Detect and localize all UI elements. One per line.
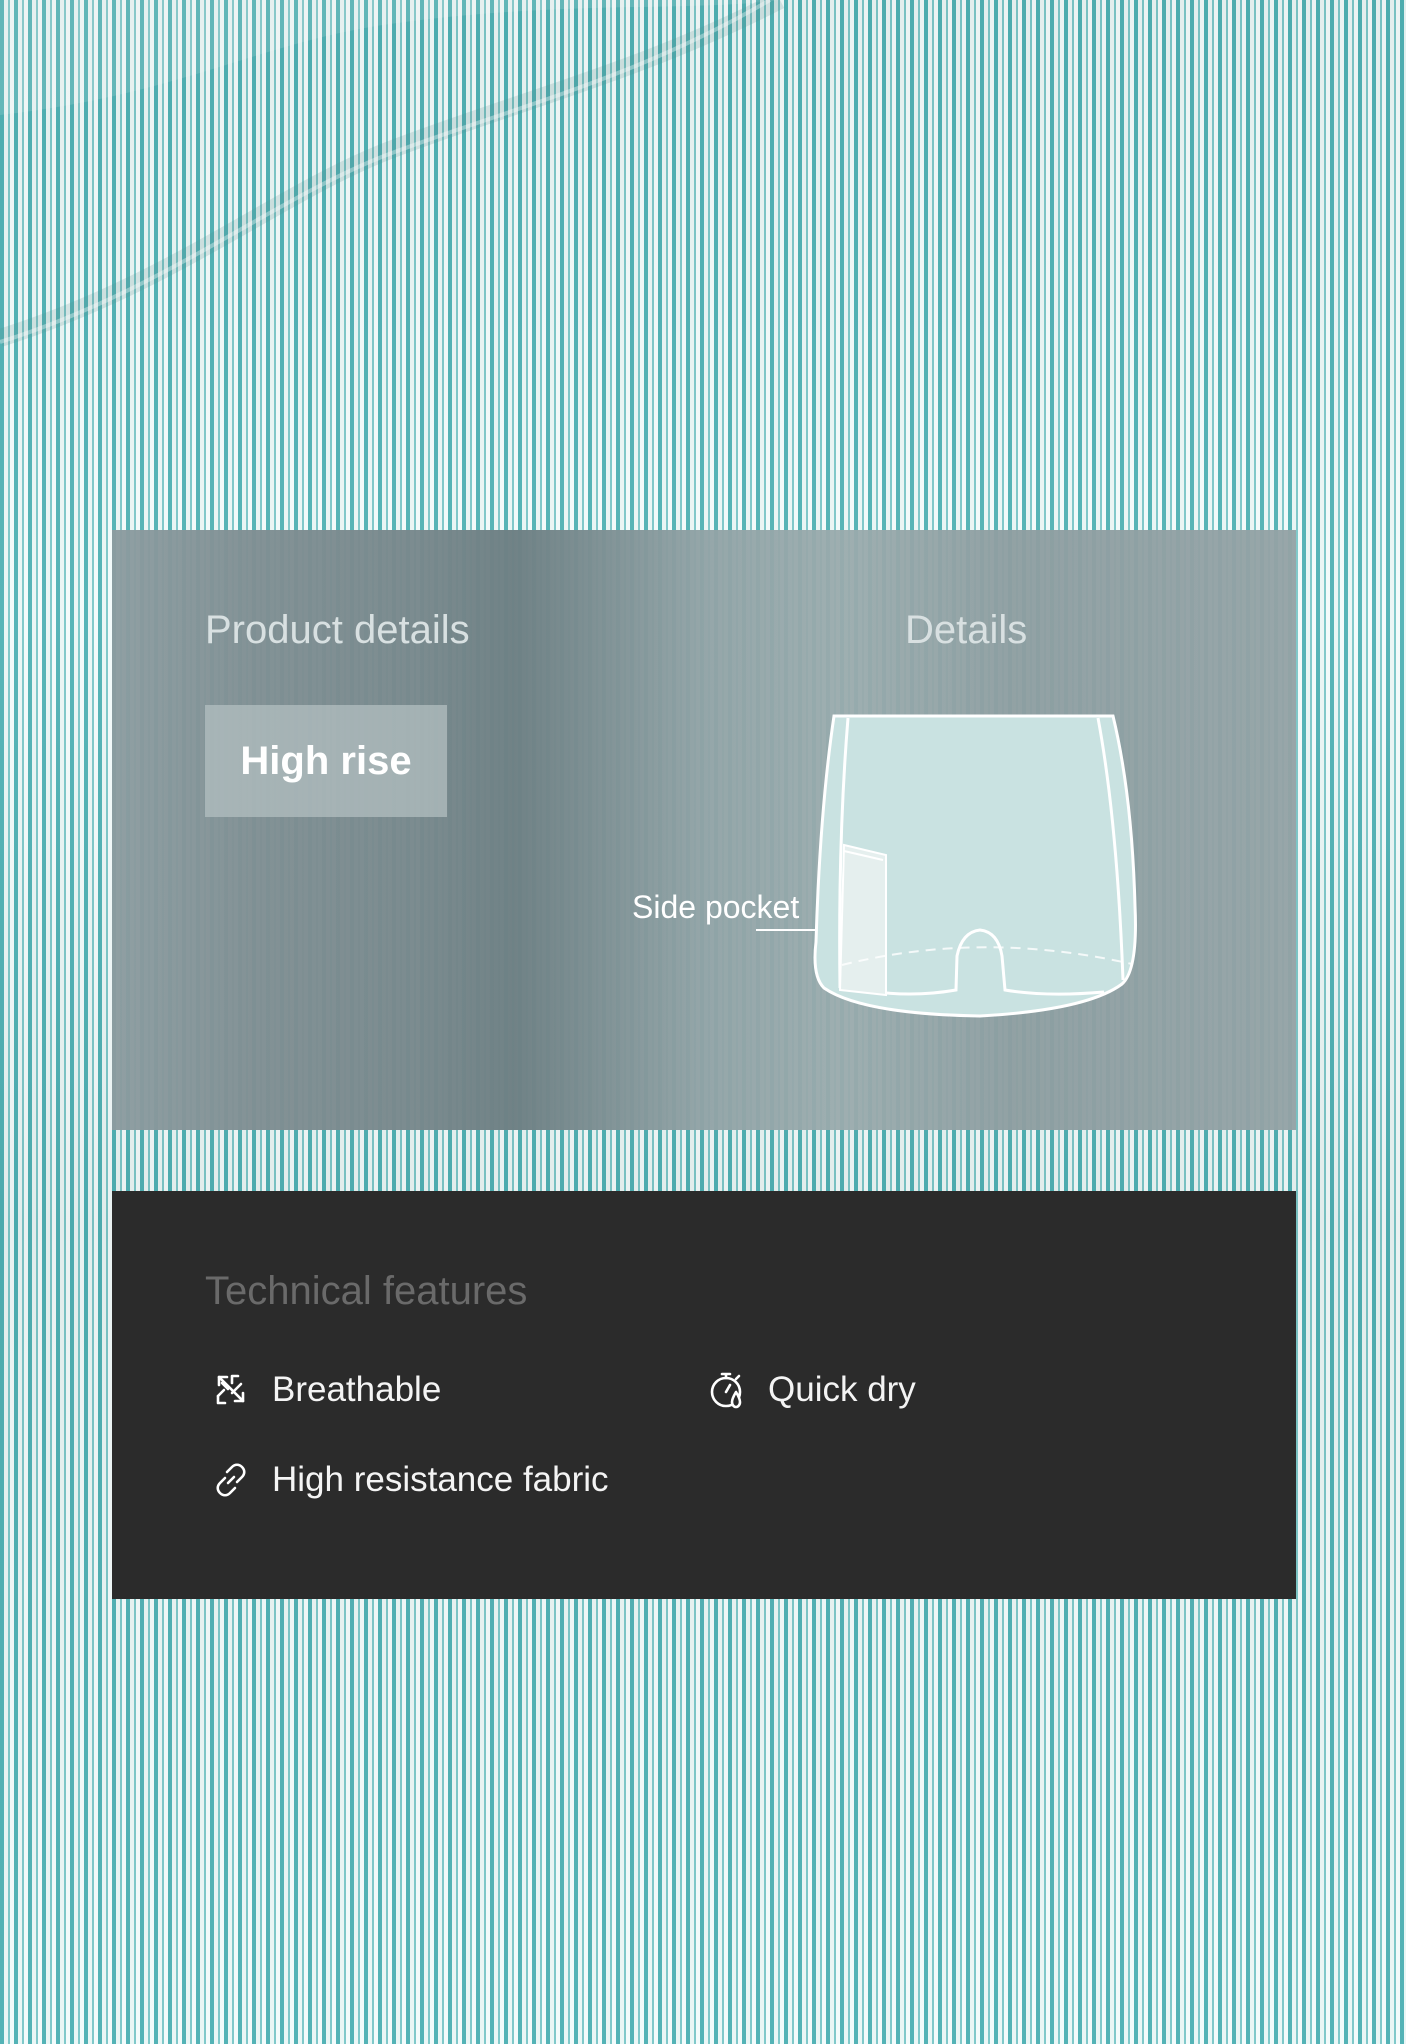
product-details-panel: Product details Details High rise Side p… bbox=[112, 530, 1296, 1130]
technical-features-panel: Technical features Breathable Quick dry … bbox=[112, 1191, 1296, 1599]
feature-breathable-label: Breathable bbox=[272, 1370, 442, 1409]
stopwatch-icon bbox=[706, 1369, 748, 1411]
breathable-icon bbox=[210, 1369, 252, 1411]
link-icon bbox=[210, 1459, 252, 1501]
fabric-fold bbox=[0, 0, 1406, 420]
shorts-illustration bbox=[802, 710, 1172, 1050]
product-details-title: Product details bbox=[205, 608, 470, 652]
feature-high-resistance-fabric-label: High resistance fabric bbox=[272, 1460, 609, 1499]
side-pocket-text: Side pocket bbox=[632, 889, 800, 925]
feature-breathable: Breathable bbox=[210, 1369, 441, 1411]
feature-quick-dry: Quick dry bbox=[706, 1369, 916, 1411]
side-pocket-label: Side pocket bbox=[632, 890, 799, 925]
details-title: Details bbox=[905, 608, 1028, 652]
high-rise-badge: High rise bbox=[205, 705, 447, 817]
feature-high-resistance-fabric: High resistance fabric bbox=[210, 1459, 609, 1501]
technical-features-title: Technical features bbox=[205, 1269, 528, 1313]
feature-quick-dry-label: Quick dry bbox=[768, 1370, 916, 1409]
